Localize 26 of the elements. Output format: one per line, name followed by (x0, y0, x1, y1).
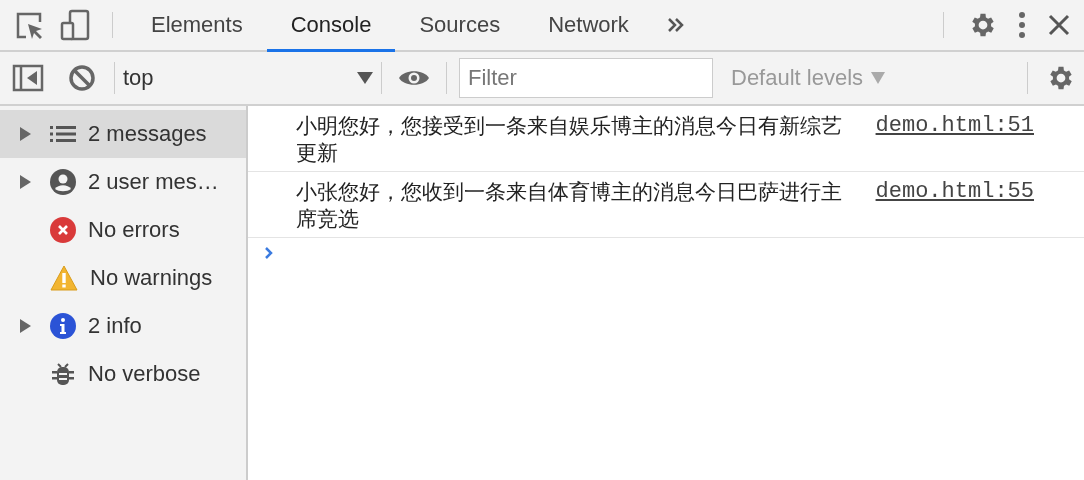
sidebar-item[interactable]: 2 user mes… (0, 158, 246, 206)
info-icon (50, 313, 76, 339)
expand-arrow-icon[interactable] (18, 175, 32, 189)
panel-tab[interactable]: Sources (395, 0, 525, 52)
expand-arrow-icon[interactable] (18, 319, 32, 333)
sidebar-item[interactable]: No errors (0, 206, 246, 254)
user-icon (50, 169, 76, 195)
source-link[interactable]: demo.html:55 (875, 178, 1034, 205)
expand-arrow-icon[interactable] (18, 127, 32, 141)
sidebar-item[interactable]: 2 messages (0, 110, 246, 158)
bug-icon (50, 361, 76, 387)
prompt-icon[interactable] (264, 246, 274, 260)
list-icon (50, 124, 76, 144)
sidebar-item[interactable]: 2 info (0, 302, 246, 350)
panel-tab[interactable]: Network (524, 0, 653, 52)
warning-icon (50, 265, 78, 291)
dropdown-arrow-icon[interactable] (357, 72, 373, 84)
context-dropdown[interactable]: top (115, 52, 381, 104)
console-message: 小张您好，您收到一条来自体育博主的消息今日巴萨进行主席竞选 (296, 179, 843, 232)
filter-field[interactable]: Filter (459, 58, 713, 98)
error-icon (50, 217, 76, 243)
console-message: 小明您好，您接受到一条来自娱乐博主的消息今日有新综艺更新 (296, 113, 843, 166)
source-link[interactable]: demo.html:51 (875, 112, 1034, 139)
panel-tab[interactable]: Elements (127, 0, 267, 52)
sidebar-item[interactable]: No verbose (0, 350, 246, 398)
sidebar-item[interactable]: No warnings (0, 254, 246, 302)
